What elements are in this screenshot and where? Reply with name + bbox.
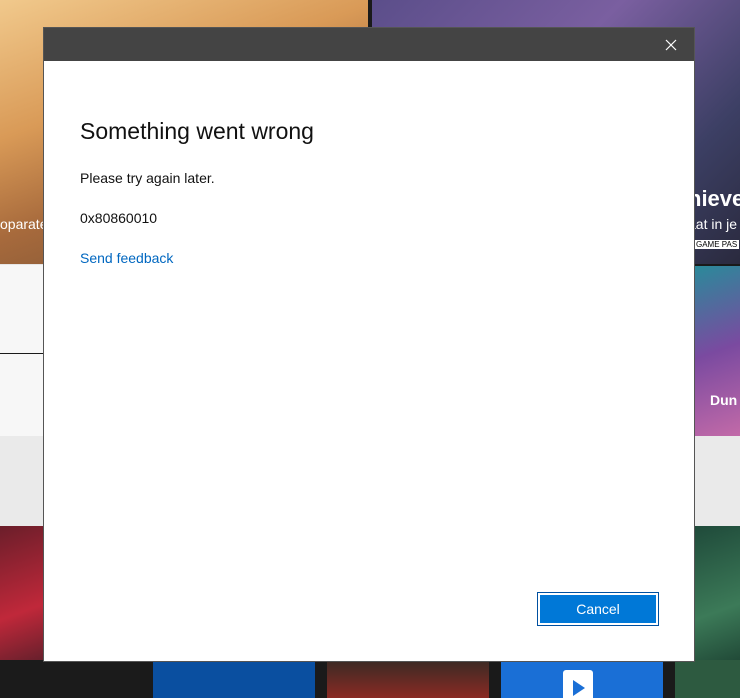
store-panel <box>0 264 44 353</box>
store-tile[interactable] <box>327 660 489 698</box>
cancel-button[interactable]: Cancel <box>537 592 659 626</box>
error-dialog: Something went wrong Please try again la… <box>44 28 694 661</box>
close-icon <box>665 39 677 50</box>
store-tile-right-mid[interactable]: Dun <box>694 266 740 436</box>
play-icon <box>563 670 593 698</box>
store-tile[interactable] <box>153 660 315 698</box>
send-feedback-link[interactable]: Send feedback <box>80 250 173 266</box>
store-panel <box>0 354 44 436</box>
tile-caption: Dun <box>710 392 738 408</box>
store-tile[interactable] <box>501 660 663 698</box>
dialog-title: Something went wrong <box>80 118 314 144</box>
dialog-titlebar <box>44 28 694 61</box>
tile-caption: oparate <box>0 216 48 232</box>
tile-caption: aat in je <box>688 216 738 232</box>
store-tile[interactable] <box>675 660 740 698</box>
game-pass-badge: GAME PAS <box>694 240 740 249</box>
tile-heading: nieve <box>688 186 740 211</box>
error-code: 0x80860010 <box>80 210 158 226</box>
store-tile[interactable] <box>0 660 140 698</box>
error-message: Please try again later. <box>80 170 215 186</box>
close-button[interactable] <box>648 28 694 61</box>
